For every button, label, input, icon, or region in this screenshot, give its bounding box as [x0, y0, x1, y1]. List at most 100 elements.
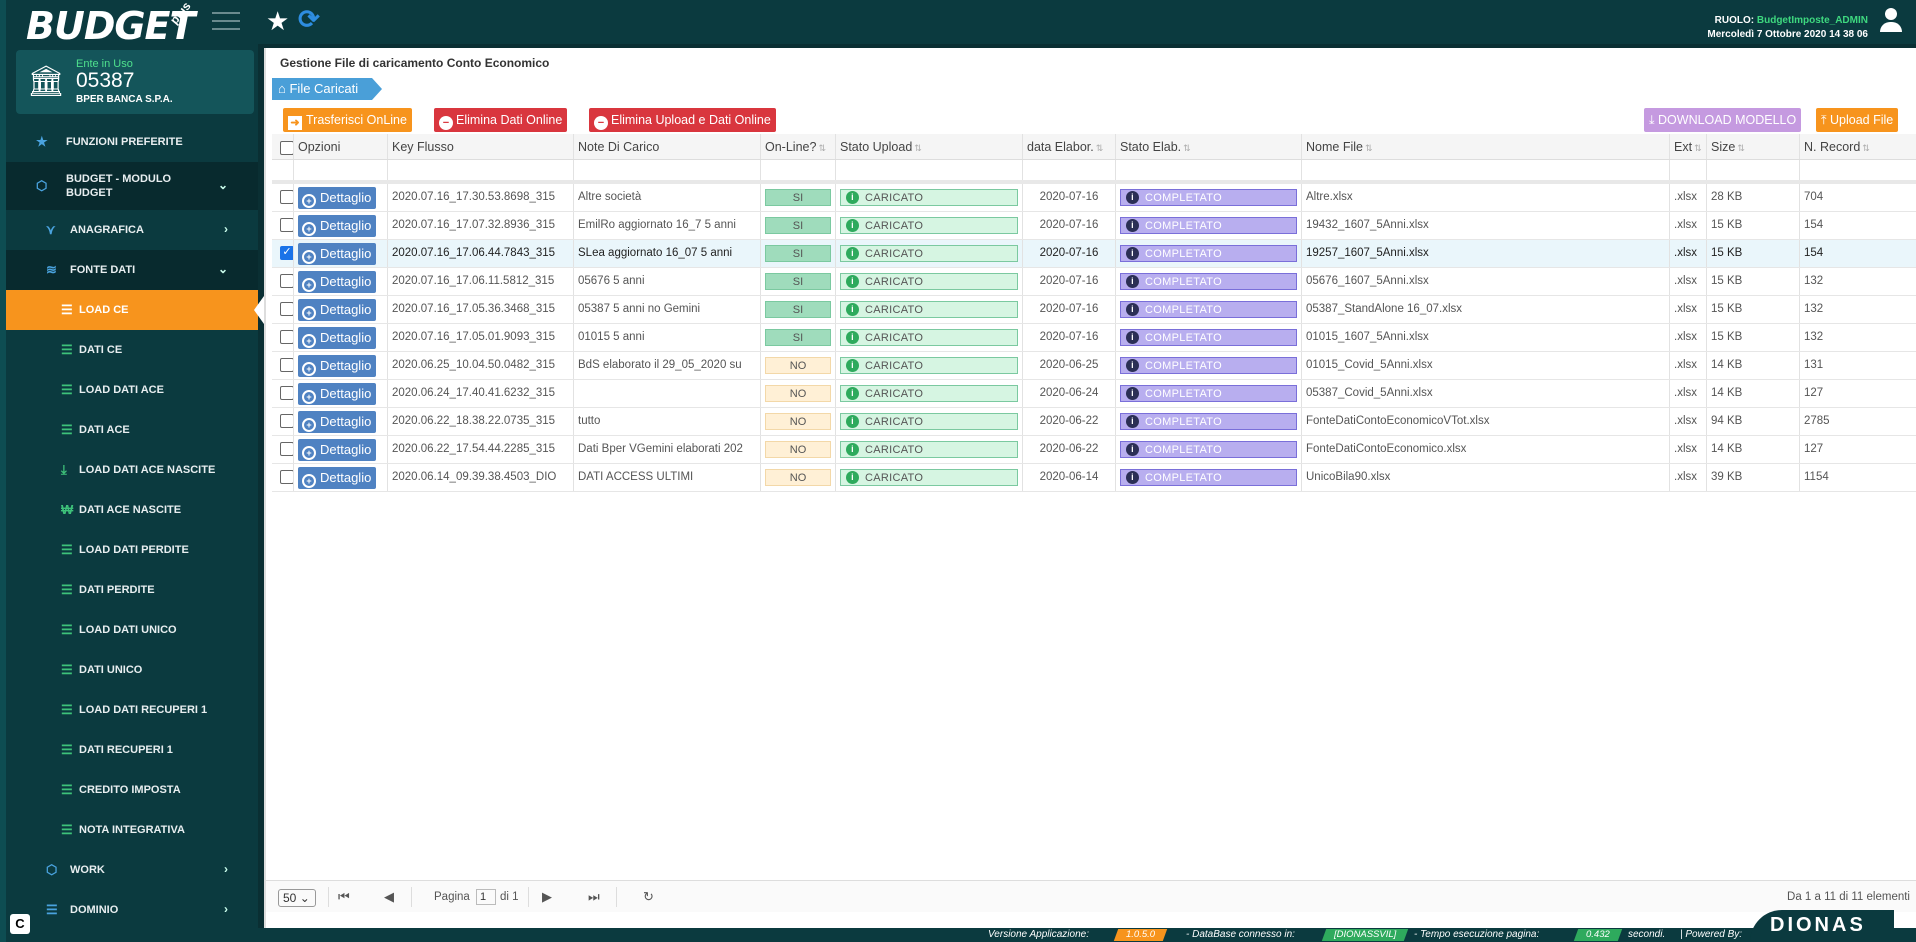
- dettaglio-button[interactable]: + Dettaglio: [298, 411, 377, 433]
- table-row[interactable]: + Dettaglio 2020.07.16_17.05.36.3468_315 05…: [272, 296, 1916, 324]
- menu-item-dati-recuperi-1[interactable]: ☰ DATI RECUPERI 1: [6, 730, 258, 770]
- dettaglio-button[interactable]: + Dettaglio: [298, 243, 377, 265]
- row-checkbox[interactable]: [280, 357, 293, 372]
- column-header-nome-file[interactable]: Nome File ⇅: [1302, 134, 1670, 159]
- menu-item-credito-imposta[interactable]: ☰ CREDITO IMPOSTA: [6, 770, 258, 810]
- table-row[interactable]: + Dettaglio 2020.06.22_18.38.22.0735_315 tu…: [272, 408, 1916, 436]
- filter-input[interactable]: [388, 160, 574, 180]
- row-checkbox[interactable]: [280, 385, 293, 400]
- row-checkbox[interactable]: [280, 273, 293, 288]
- row-checkbox[interactable]: [280, 329, 293, 344]
- corner-c-icon[interactable]: C: [10, 914, 30, 934]
- column-header-online[interactable]: On-Line? ⇅: [761, 134, 836, 159]
- column-header-stato-elab[interactable]: Stato Elab. ⇅: [1116, 134, 1302, 159]
- menu-item-dominio[interactable]: ☰ DOMINIO ›: [6, 890, 258, 930]
- row-checkbox[interactable]: ✓: [280, 245, 293, 260]
- hamburger-menu-icon[interactable]: [212, 12, 240, 32]
- upload-file-button[interactable]: ⤒ Upload File: [1816, 108, 1899, 132]
- filter-input[interactable]: [1670, 160, 1707, 180]
- app-logo[interactable]: BUDGET: [26, 4, 195, 48]
- sort-icon[interactable]: ⇅: [1096, 143, 1104, 153]
- menu-item-dati-perdite[interactable]: ☰ DATI PERDITE: [6, 570, 258, 610]
- grid-filter-row[interactable]: [272, 160, 1916, 184]
- dettaglio-button[interactable]: + Dettaglio: [298, 271, 377, 293]
- menu-item-load-dati-ace[interactable]: ☰ LOAD DATI ACE: [6, 370, 258, 410]
- row-checkbox[interactable]: [280, 469, 293, 484]
- menu-item-budget-modulo[interactable]: ⬡ BUDGET - MODULO BUDGET ⌄: [6, 162, 258, 210]
- row-checkbox[interactable]: [280, 189, 293, 204]
- table-row[interactable]: + Dettaglio 2020.07.16_17.07.32.8936_315 Em…: [272, 212, 1916, 240]
- table-row[interactable]: + Dettaglio 2020.06.14_09.39.38.4503_DIO DA…: [272, 464, 1916, 492]
- sort-icon[interactable]: ⇅: [1862, 143, 1870, 153]
- page-number-input[interactable]: 1: [476, 889, 496, 905]
- menu-item-funzioni-preferite[interactable]: ★ FUNZIONI PREFERITE: [6, 122, 258, 162]
- dettaglio-button[interactable]: + Dettaglio: [298, 439, 377, 461]
- menu-item-load-dati-recuperi-1[interactable]: ☰ LOAD DATI RECUPERI 1: [6, 690, 258, 730]
- ente-panel[interactable]: 🏛 Ente in Uso 05387 BPER BANCA S.P.A.: [16, 50, 254, 114]
- menu-item-anagrafica[interactable]: ⋎ ANAGRAFICA ›: [6, 210, 258, 250]
- menu-item-load-dati-ace-nascite[interactable]: ⤓ LOAD DATI ACE NASCITE: [6, 450, 258, 490]
- table-row[interactable]: + Dettaglio 2020.06.22_17.54.44.2285_315 Da…: [272, 436, 1916, 464]
- sort-icon[interactable]: ⇅: [1365, 143, 1373, 153]
- sort-icon[interactable]: ⇅: [818, 143, 826, 153]
- filter-input[interactable]: [574, 160, 761, 180]
- sort-icon[interactable]: ⇅: [1694, 143, 1702, 153]
- dettaglio-button[interactable]: + Dettaglio: [298, 215, 377, 237]
- breadcrumb[interactable]: ⌂ File Caricati: [272, 78, 383, 100]
- filter-input[interactable]: [836, 160, 1023, 180]
- menu-item-load-ce[interactable]: ☰ LOAD CE: [6, 290, 264, 330]
- elimina-dati-online-button[interactable]: − Elimina Dati Online: [434, 108, 568, 132]
- column-header-size[interactable]: Size ⇅: [1707, 134, 1800, 159]
- sort-icon[interactable]: ⇅: [914, 143, 922, 153]
- sort-icon[interactable]: ⇅: [1183, 143, 1191, 153]
- row-checkbox[interactable]: [280, 413, 293, 428]
- column-header-data-elabor[interactable]: data Elabor. ⇅: [1023, 134, 1116, 159]
- select-all-checkbox[interactable]: [272, 134, 294, 159]
- table-row[interactable]: + Dettaglio 2020.07.16_17.06.11.5812_315 05…: [272, 268, 1916, 296]
- dionas-logo[interactable]: DIONAS: [1750, 910, 1894, 942]
- column-header-note[interactable]: Note Di Carico: [574, 134, 761, 159]
- menu-item-load-dati-unico[interactable]: ☰ LOAD DATI UNICO: [6, 610, 258, 650]
- menu-item-work[interactable]: ⬡ WORK ›: [6, 850, 258, 890]
- menu-item-nota-integrativa[interactable]: ☰ NOTA INTEGRATIVA: [6, 810, 258, 850]
- table-row[interactable]: + Dettaglio 2020.06.25_10.04.50.0482_315 Bd…: [272, 352, 1916, 380]
- menu-item-dati-ace-nascite[interactable]: ₩ DATI ACE NASCITE: [6, 490, 258, 530]
- next-page-icon[interactable]: ▶: [542, 889, 552, 905]
- reload-icon[interactable]: ↻: [643, 889, 654, 905]
- table-row[interactable]: + Dettaglio 2020.06.24_17.40.41.6232_315 NO…: [272, 380, 1916, 408]
- dettaglio-button[interactable]: + Dettaglio: [298, 467, 377, 489]
- filter-input[interactable]: [1302, 160, 1670, 180]
- menu-item-dati-ace[interactable]: ☰ DATI ACE: [6, 410, 258, 450]
- dettaglio-button[interactable]: + Dettaglio: [298, 355, 377, 377]
- filter-input[interactable]: [1800, 160, 1900, 180]
- checkbox[interactable]: [280, 140, 293, 155]
- download-modello-button[interactable]: ⤓ DOWNLOAD MODELLO: [1644, 108, 1802, 132]
- dettaglio-button[interactable]: + Dettaglio: [298, 383, 377, 405]
- column-header-ext[interactable]: Ext ⇅: [1670, 134, 1707, 159]
- refresh-icon[interactable]: ⟳: [298, 4, 320, 35]
- filter-input[interactable]: [1023, 160, 1116, 180]
- favorite-star-icon[interactable]: ★: [266, 6, 289, 37]
- prev-page-icon[interactable]: ◀: [384, 889, 394, 905]
- elimina-upload-button[interactable]: − Elimina Upload e Dati Online: [589, 108, 776, 132]
- trasferisci-online-button[interactable]: ➜ Trasferisci OnLine: [283, 108, 412, 132]
- filter-input[interactable]: [1707, 160, 1800, 180]
- table-row[interactable]: ✓ + Dettaglio 2020.07.16_17.06.44.7843_315 S…: [272, 240, 1916, 268]
- last-page-icon[interactable]: ⏭: [588, 889, 600, 905]
- filter-input[interactable]: [1116, 160, 1302, 180]
- dettaglio-button[interactable]: + Dettaglio: [298, 299, 377, 321]
- row-checkbox[interactable]: [280, 301, 293, 316]
- column-header-stato-upload[interactable]: Stato Upload ⇅: [836, 134, 1023, 159]
- first-page-icon[interactable]: ⏮: [338, 889, 350, 905]
- menu-item-dati-ce[interactable]: ☰ DATI CE: [6, 330, 258, 370]
- menu-item-load-dati-perdite[interactable]: ☰ LOAD DATI PERDITE: [6, 530, 258, 570]
- dettaglio-button[interactable]: + Dettaglio: [298, 327, 377, 349]
- dettaglio-button[interactable]: + Dettaglio: [298, 187, 377, 209]
- table-row[interactable]: + Dettaglio 2020.07.16_17.30.53.8698_315 Al…: [272, 184, 1916, 212]
- column-header-n-record[interactable]: N. Record ⇅: [1800, 134, 1900, 159]
- menu-item-dati-unico[interactable]: ☰ DATI UNICO: [6, 650, 258, 690]
- menu-item-fonte-dati[interactable]: ≋ FONTE DATI ⌄: [6, 250, 258, 290]
- filter-input[interactable]: [761, 160, 836, 180]
- column-header-key-flusso[interactable]: Key Flusso: [388, 134, 574, 159]
- page-size-select[interactable]: 50 ⌄: [278, 889, 316, 907]
